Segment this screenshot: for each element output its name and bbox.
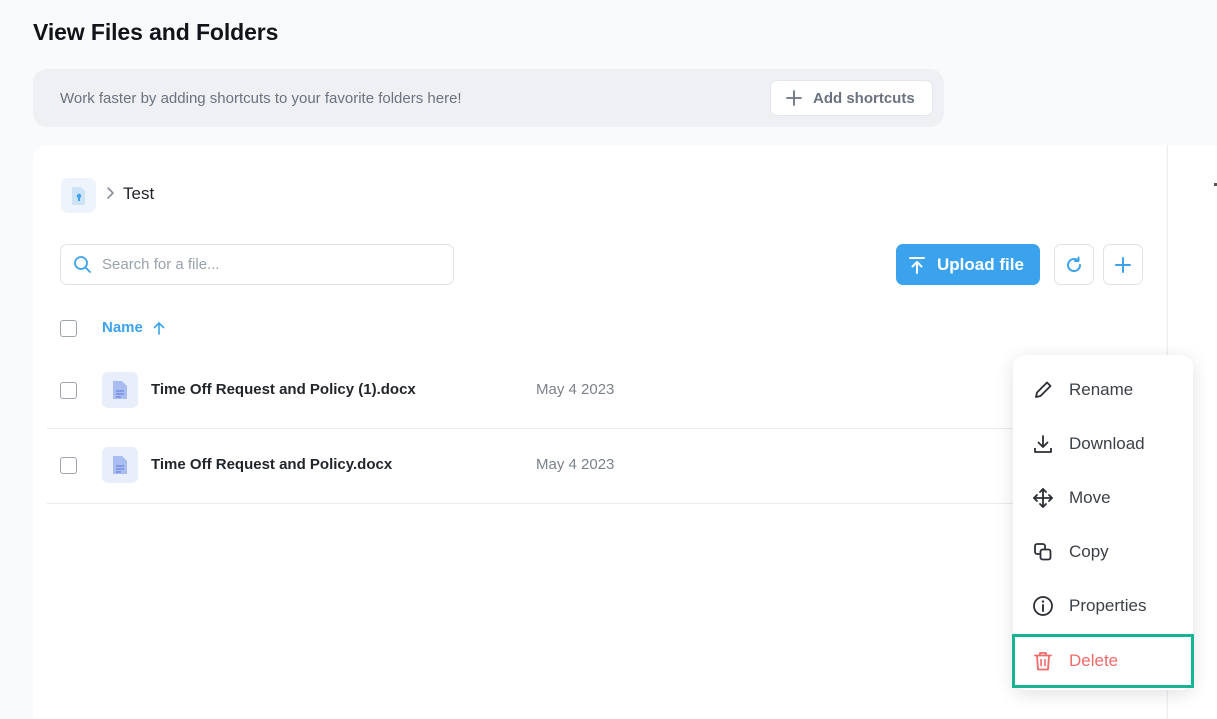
file-name[interactable]: Time Off Request and Policy.docx: [151, 456, 392, 473]
search-input[interactable]: [102, 256, 422, 273]
menu-item-label: Delete: [1069, 651, 1119, 670]
menu-item-download[interactable]: Download: [1013, 417, 1193, 471]
menu-item-delete[interactable]: Delete: [1012, 634, 1194, 688]
shortcuts-bar: Work faster by adding shortcuts to your …: [33, 69, 944, 127]
menu-item-label: Download: [1069, 434, 1145, 453]
file-date: May 4 2023: [536, 456, 615, 473]
context-menu: Rename Download Move Copy Properties Del…: [1012, 355, 1194, 690]
info-icon: [1033, 596, 1053, 616]
table-row[interactable]: Time Off Request and Policy.docx May 4 2…: [47, 429, 1166, 504]
folder-lock-icon: [71, 186, 85, 205]
shortcuts-message: Work faster by adding shortcuts to your …: [60, 90, 462, 107]
pencil-icon: [1035, 381, 1052, 398]
add-shortcuts-label: Add shortcuts: [813, 89, 915, 107]
trash-icon: [1034, 652, 1052, 671]
home-folder-button[interactable]: [61, 178, 96, 213]
plus-icon: [786, 90, 802, 106]
menu-item-label: Rename: [1069, 380, 1134, 399]
search-field[interactable]: [60, 244, 454, 285]
file-name[interactable]: Time Off Request and Policy (1).docx: [151, 381, 416, 398]
name-column-header[interactable]: Name: [102, 319, 165, 336]
row-checkbox[interactable]: [60, 457, 77, 474]
copy-icon: [1034, 543, 1052, 561]
add-shortcuts-button[interactable]: Add shortcuts: [770, 80, 933, 116]
upload-file-button[interactable]: Upload file: [896, 244, 1040, 285]
menu-item-properties[interactable]: Properties: [1013, 579, 1193, 633]
arrow-up-icon: [153, 321, 165, 335]
menu-item-label: Move: [1069, 488, 1111, 507]
upload-icon: [909, 256, 925, 274]
plus-icon: [1115, 256, 1131, 273]
breadcrumb-current[interactable]: Test: [123, 184, 154, 204]
refresh-icon: [1067, 256, 1082, 272]
menu-item-move[interactable]: Move: [1013, 471, 1193, 525]
download-icon: [1034, 435, 1052, 453]
menu-item-copy[interactable]: Copy: [1013, 525, 1193, 579]
page-title: View Files and Folders: [33, 19, 279, 45]
table-row[interactable]: Time Off Request and Policy (1).docx May…: [47, 354, 1166, 429]
move-icon: [1033, 488, 1053, 508]
file-browser-panel: Test Upload file Name Time Off Request a…: [33, 145, 1166, 719]
name-column-label: Name: [102, 319, 143, 336]
menu-item-label: Copy: [1069, 542, 1109, 561]
file-date: May 4 2023: [536, 381, 615, 398]
add-new-button[interactable]: [1103, 244, 1143, 285]
menu-item-label: Properties: [1069, 596, 1147, 615]
row-checkbox[interactable]: [60, 382, 77, 399]
select-all-checkbox[interactable]: [60, 320, 77, 337]
document-icon: [102, 447, 138, 483]
document-icon: [102, 372, 138, 408]
upload-file-label: Upload file: [937, 254, 1024, 274]
chevron-right-icon: [107, 187, 114, 199]
search-icon: [74, 256, 91, 273]
menu-item-rename[interactable]: Rename: [1013, 363, 1193, 417]
refresh-button[interactable]: [1054, 244, 1094, 285]
